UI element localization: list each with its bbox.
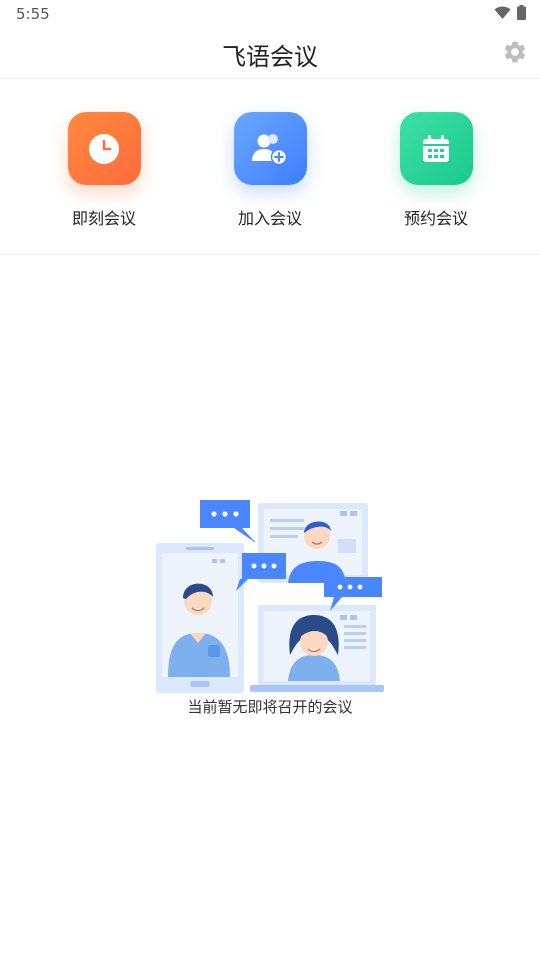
page-title: 飞语会议: [222, 43, 318, 71]
empty-state-message: 当前暂无即将召开的会议: [187, 698, 353, 716]
wifi-icon: [494, 5, 511, 19]
status-bar: 5:55: [0, 0, 540, 28]
calendar-icon: [423, 134, 449, 162]
video-meeting-illustration: [156, 500, 384, 693]
instant-meeting-button[interactable]: 即刻会议: [44, 112, 164, 229]
chat-bubble-icon: [200, 500, 256, 543]
join-meeting-button[interactable]: 加入会议: [210, 112, 330, 229]
app-header: 飞语会议: [0, 28, 540, 79]
clock-icon: [89, 133, 119, 164]
instant-meeting-label: 即刻会议: [71, 209, 136, 228]
schedule-meeting-button[interactable]: 预约会议: [376, 112, 496, 229]
gear-icon[interactable]: [502, 39, 528, 65]
quick-actions: 即刻会议 加入会议 预约会议: [0, 79, 540, 255]
schedule-meeting-label: 预约会议: [403, 209, 468, 228]
add-user-icon: [252, 133, 288, 165]
status-icons: [494, 5, 526, 20]
instant-meeting-tile[interactable]: [67, 112, 141, 185]
join-meeting-label: 加入会议: [237, 209, 302, 228]
schedule-meeting-tile[interactable]: [399, 112, 473, 185]
status-time: 5:55: [16, 5, 50, 23]
join-meeting-tile[interactable]: [233, 112, 307, 185]
battery-icon: [517, 5, 526, 20]
